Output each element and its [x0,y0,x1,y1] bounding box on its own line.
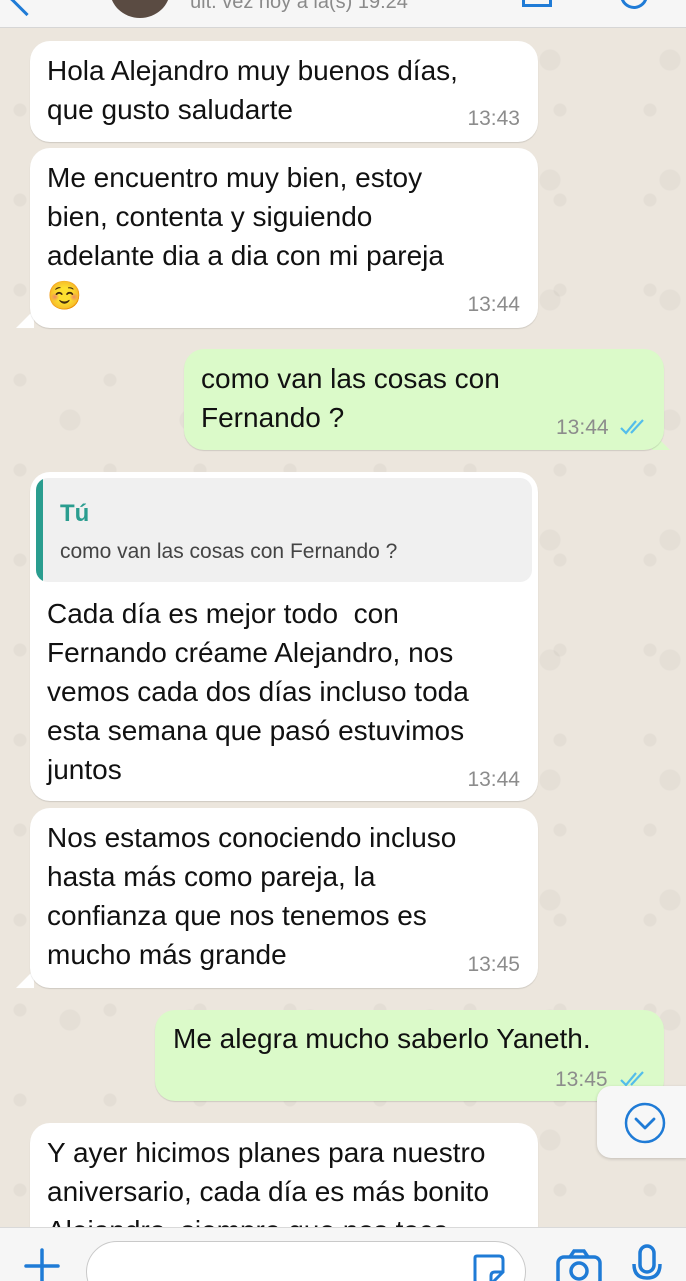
chat-header: últ. vez hoy a la(s) 19:24 [0,0,686,28]
message-time: 13:45 [555,1068,608,1091]
message-text: Cada día es mejor todo con Fernando créa… [47,598,469,785]
scroll-to-bottom-button[interactable] [597,1086,686,1158]
message-bubble-incoming[interactable]: Hola Alejandro muy buenos días, que gust… [30,41,538,142]
message-text: Hola Alejandro muy buenos días, que gust… [47,55,458,125]
message-input[interactable] [86,1241,526,1281]
plus-icon[interactable] [22,1246,62,1281]
message-bubble-incoming[interactable]: Nos estamos conociendo incluso hasta más… [30,808,538,988]
microphone-icon[interactable] [630,1244,664,1281]
avatar[interactable] [110,0,170,18]
message-text: Me alegra mucho saberlo Yaneth. [173,1023,591,1054]
message-text: como van las cosas con Fernando ? [201,363,500,433]
camera-icon[interactable] [555,1248,603,1281]
message-time: 13:44 [467,293,520,316]
message-bubble-incoming[interactable]: Me encuentro muy bien, estoy bien, conte… [30,148,538,328]
quote-accent-bar [36,478,43,582]
chevron-left-icon[interactable] [8,0,45,17]
last-seen-status: últ. vez hoy a la(s) 19:24 [190,0,408,13]
message-bubble-incoming[interactable]: Tú como van las cosas con Fernando ? Cad… [30,472,538,801]
emoji: ☺️ [47,280,82,311]
message-time: 13:43 [467,107,520,130]
message-time: 13:45 [467,953,520,976]
video-call-icon[interactable] [522,0,552,7]
message-time: 13:44 [556,416,609,439]
quote-author: Tú [60,500,90,527]
quote-text: como van las cosas con Fernando ? [60,540,398,563]
phone-icon[interactable] [620,0,648,9]
message-bubble-outgoing[interactable]: como van las cosas con Fernando ? 13:44 [184,349,664,450]
quoted-message[interactable]: Tú como van las cosas con Fernando ? [36,478,532,582]
message-text: Me encuentro muy bien, estoy bien, conte… [47,162,444,271]
message-input-bar [0,1227,686,1281]
sticker-icon[interactable] [469,1250,509,1281]
message-bubble-outgoing[interactable]: Me alegra mucho saberlo Yaneth. 13:45 [155,1010,664,1101]
read-ticks-icon [620,419,644,435]
message-time: 13:44 [467,768,520,791]
chevron-down-circle-icon [624,1102,666,1144]
message-text: Nos estamos conociendo incluso hasta más… [47,822,457,970]
